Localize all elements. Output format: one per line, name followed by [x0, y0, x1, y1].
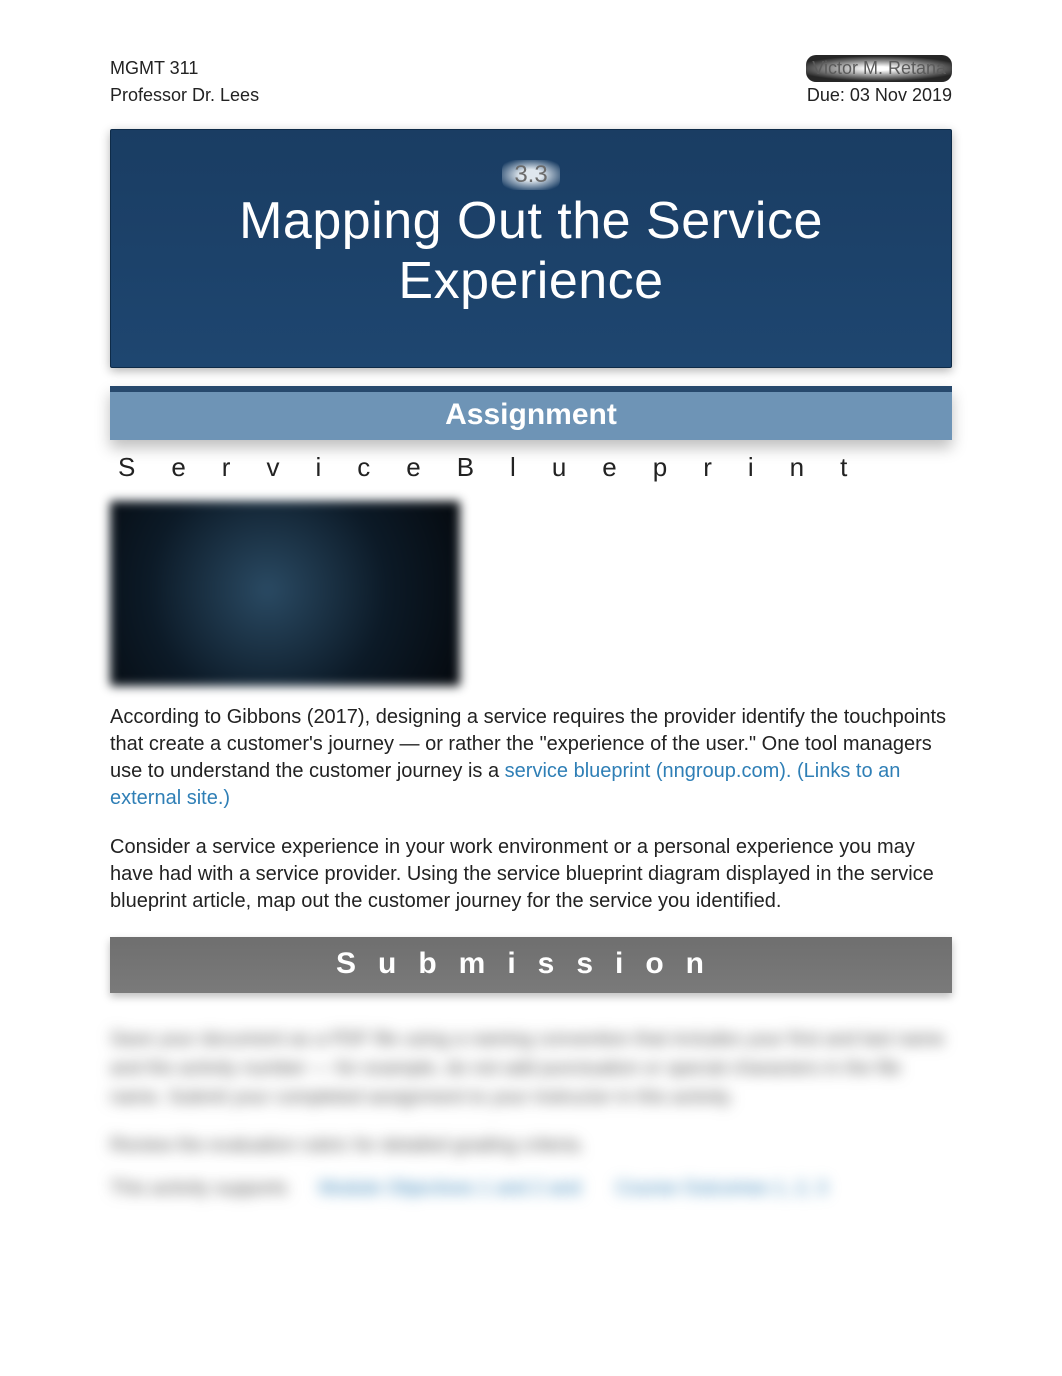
paragraph-intro: According to Gibbons (2017), designing a… [110, 704, 952, 812]
professor-name: Professor Dr. Lees [110, 82, 259, 109]
blurred-label: This activity supports [110, 1178, 287, 1199]
due-date: Due: 03 Nov 2019 [807, 82, 952, 109]
document-header: MGMT 311 Professor Dr. Lees Victor M. Re… [110, 55, 952, 109]
blurred-paragraph-1: Save your document as a PDF file using a… [110, 1025, 952, 1113]
blurred-submission-instructions: Save your document as a PDF file using a… [110, 1025, 952, 1201]
title-hero: 3.3 Mapping Out the Service Experience [110, 129, 952, 368]
student-name: Victor M. Retana [806, 55, 952, 82]
blurred-objectives-row: This activity supports Module Objectives… [110, 1178, 952, 1200]
subtitle-service-blueprint: ServiceBlueprint [112, 452, 952, 483]
page-title: Mapping Out the Service Experience [131, 192, 931, 312]
course-code: MGMT 311 [110, 55, 259, 82]
section-number: 3.3 [502, 160, 559, 190]
submission-heading: Submission [110, 937, 952, 993]
blurred-link-2[interactable]: Course Outcomes 1, 2, 3 [616, 1178, 827, 1199]
blurred-link-1[interactable]: Module Objectives 1 and 2 and [319, 1178, 581, 1199]
paragraph-task: Consider a service experience in your wo… [110, 834, 952, 915]
blueprint-thumbnail-image [110, 501, 460, 686]
blurred-paragraph-2: Review the evaluation rubric for detaile… [110, 1131, 952, 1160]
assignment-heading: Assignment [110, 386, 952, 440]
